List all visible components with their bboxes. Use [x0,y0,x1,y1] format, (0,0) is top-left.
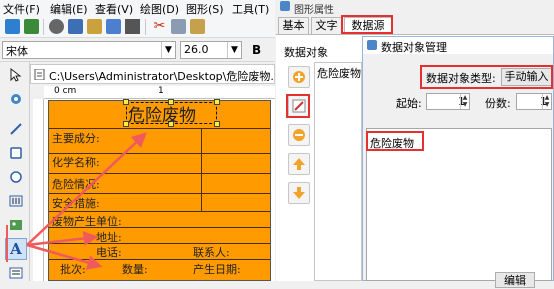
arrow-to-title [26,132,147,246]
arrow-to-address [26,230,99,247]
arrow-to-batch [26,243,103,270]
annotation-arrows [6,132,147,270]
